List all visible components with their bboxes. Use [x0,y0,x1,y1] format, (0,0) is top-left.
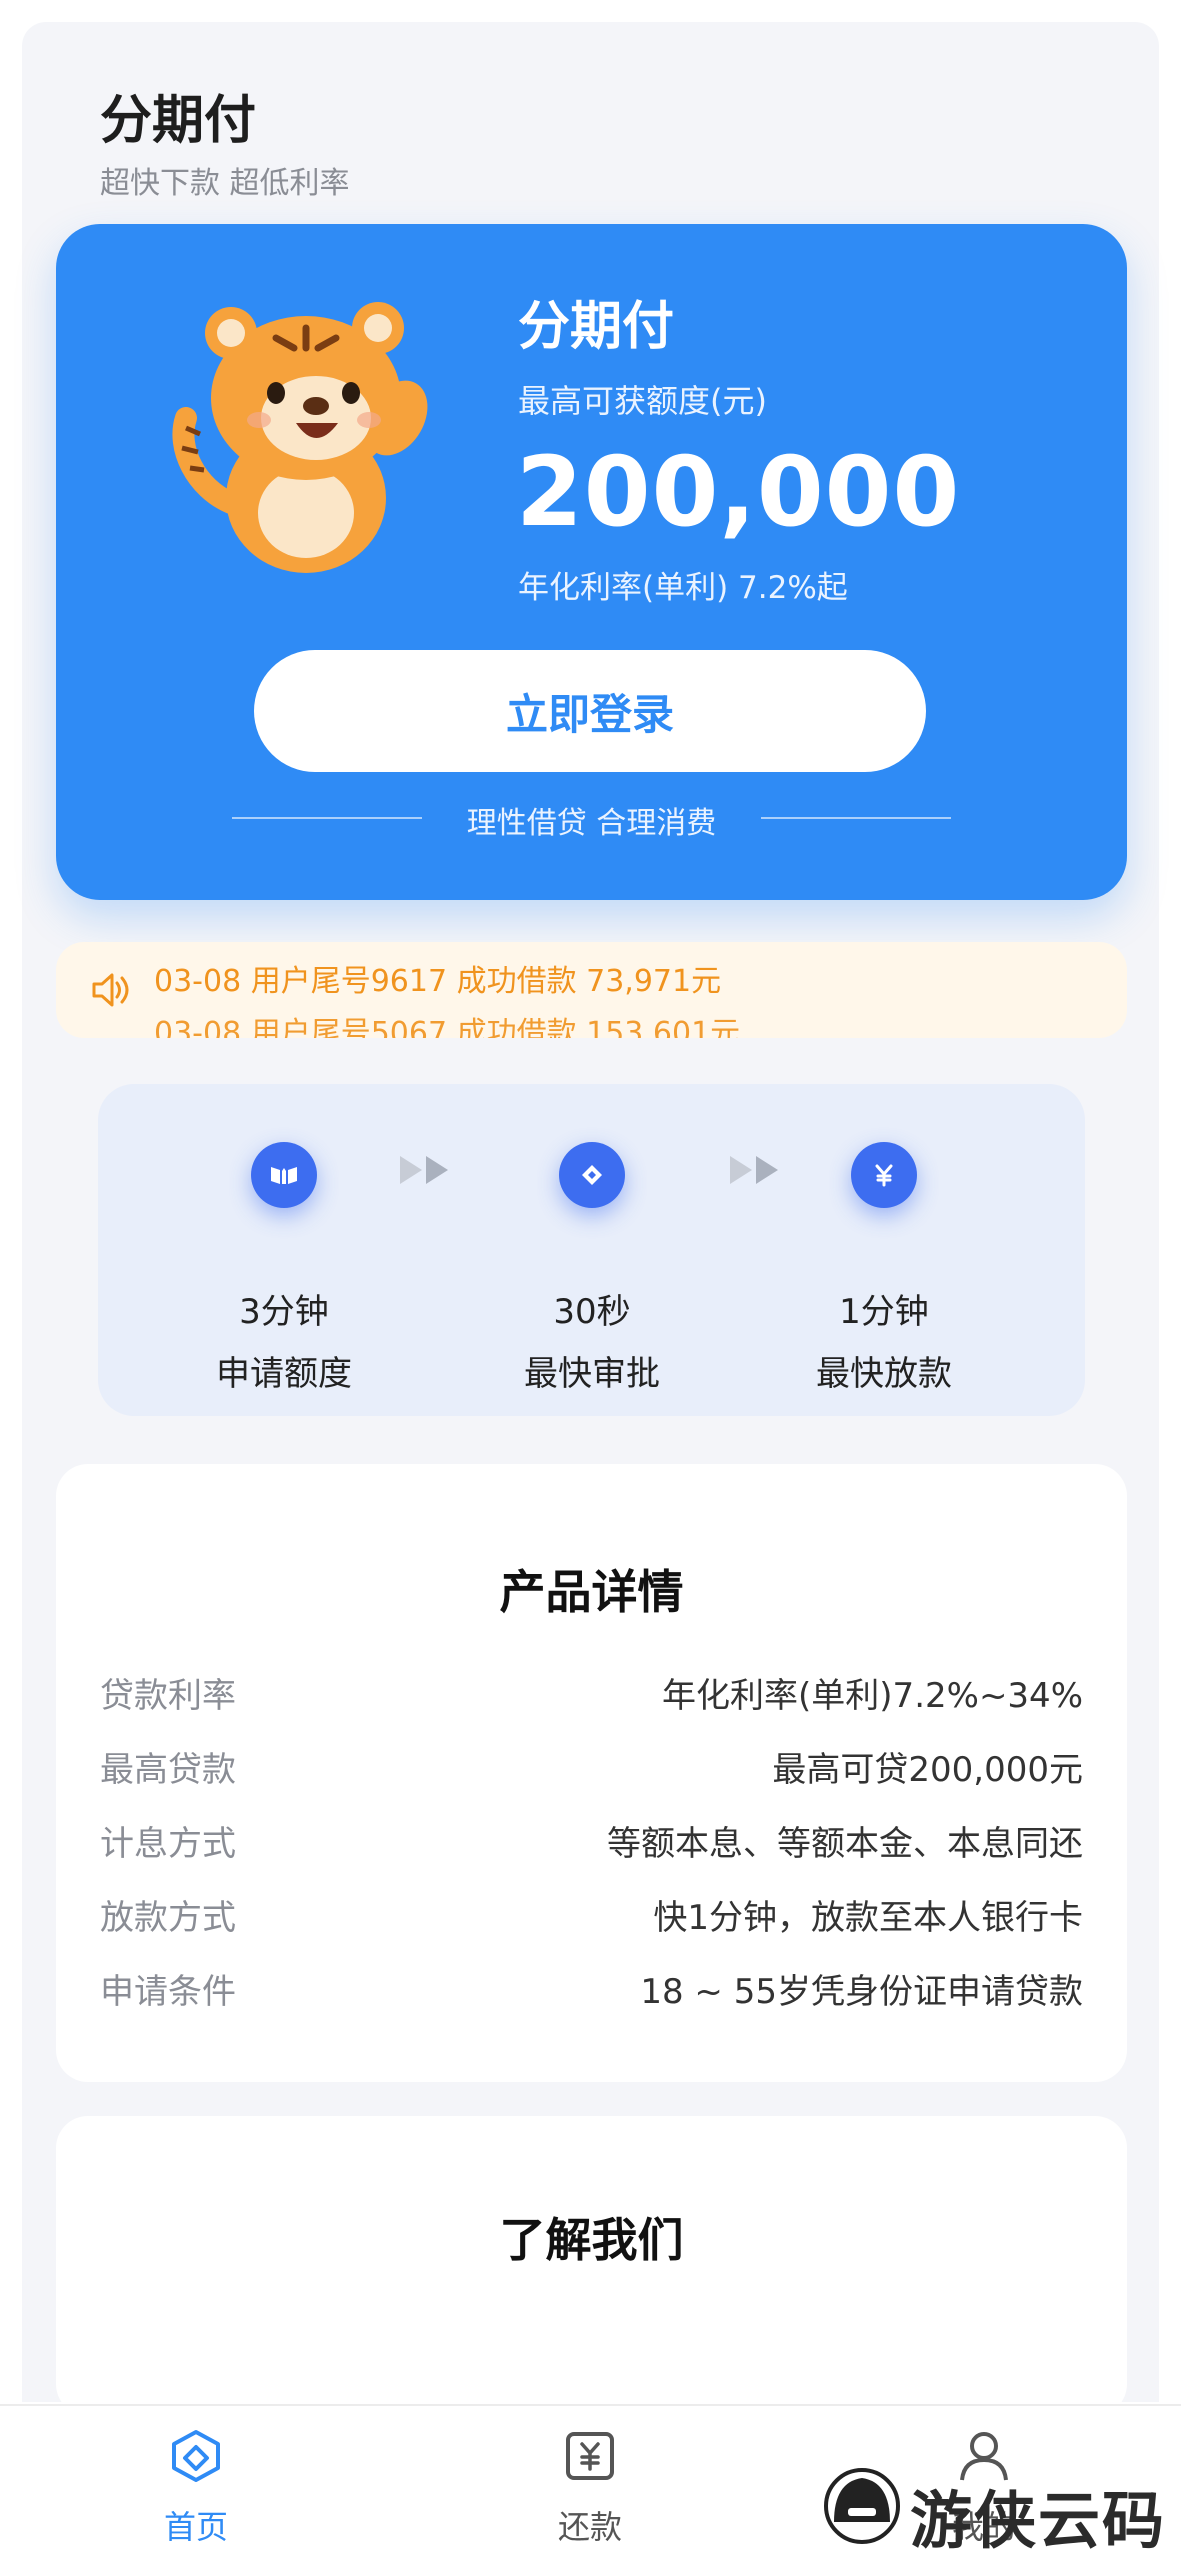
detail-row: 计息方式 等额本息、等额本金、本息同还 [100,1816,1083,1866]
diamond-icon [559,1142,625,1208]
step-time: 1分钟 [839,1292,929,1332]
step-label: 申请额度 [216,1354,352,1394]
watermark-text: 游侠云码 [910,2484,1167,2557]
detail-key: 计息方式 [100,1824,236,1864]
section-title: 产品详情 [499,1565,684,1619]
double-arrow-icon [400,1156,448,1184]
tab-home[interactable]: 首页 [96,2406,296,2560]
limit-label: 最高可获额度(元) [518,382,767,420]
limit-amount: 200,000 [516,436,961,548]
notice-line: 03-08 用户尾号9617 成功借款 73,971元 [154,964,722,999]
detail-key: 贷款利率 [100,1676,236,1716]
detail-row: 最高贷款 最高可贷200,000元 [100,1742,1083,1792]
step-label: 最快放款 [816,1354,952,1394]
step-label: 最快审批 [524,1354,660,1394]
notice-line: 03-08 用户尾号5067 成功借款 153,601元 [154,1016,741,1038]
step-approve: 30秒 最快审批 [472,1084,712,1416]
detail-row: 贷款利率 年化利率(单利)7.2%~34% [100,1668,1083,1718]
interest-rate: 年化利率(单利) 7.2%起 [518,570,848,606]
section-title: 了解我们 [499,2213,684,2267]
watermark: 游侠云码 [810,2462,1170,2557]
detail-value: 等额本息、等额本金、本息同还 [607,1824,1083,1864]
about-us-card: 了解我们 [56,2116,1127,2416]
slogan: 理性借贷 合理消费 [466,806,717,841]
yuan-icon [851,1142,917,1208]
hacker-logo-icon [824,2468,900,2544]
login-button[interactable]: 立即登录 [254,650,926,772]
tab-repay[interactable]: 还款 [490,2406,690,2560]
detail-value: 快1分钟，放款至本人银行卡 [653,1898,1083,1938]
home-icon [172,2430,220,2482]
detail-value: 18 ~ 55岁凭身份证申请贷款 [640,1972,1083,2012]
loan-notice-bar: 03-08 用户尾号9617 成功借款 73,971元 03-08 用户尾号50… [56,942,1127,1038]
speaker-icon [92,973,129,1007]
detail-key: 放款方式 [100,1898,236,1938]
hero-card: 分期付 最高可获额度(元) 200,000 年化利率(单利) 7.2%起 立即登… [56,224,1127,900]
detail-key: 申请条件 [100,1972,236,2012]
page-title: 分期付 [100,91,257,151]
product-name: 分期付 [518,297,675,357]
step-time: 30秒 [553,1292,631,1332]
detail-value: 年化利率(单利)7.2%~34% [662,1676,1083,1716]
detail-value: 最高可贷200,000元 [772,1750,1083,1790]
process-steps: 3分钟 申请额度 30秒 最快审批 1分钟 最快放款 [98,1084,1085,1416]
product-details-card: 产品详情 贷款利率 年化利率(单利)7.2%~34% 最高贷款 最高可贷200,… [56,1464,1127,2082]
tiger-mascot-icon [172,302,428,573]
page-subtitle: 超快下款 超低利率 [100,166,350,201]
step-disburse: 1分钟 最快放款 [764,1084,1004,1416]
repay-icon [566,2432,614,2480]
detail-row: 放款方式 快1分钟，放款至本人银行卡 [100,1890,1083,1940]
step-time: 3分钟 [239,1292,329,1332]
double-arrow-icon [730,1156,778,1184]
tab-label: 还款 [557,2508,622,2546]
tab-label: 首页 [163,2508,228,2546]
detail-key: 最高贷款 [100,1750,236,1790]
detail-row: 申请条件 18 ~ 55岁凭身份证申请贷款 [100,1964,1083,2014]
step-apply: 3分钟 申请额度 [164,1084,404,1416]
book-icon [251,1142,317,1208]
